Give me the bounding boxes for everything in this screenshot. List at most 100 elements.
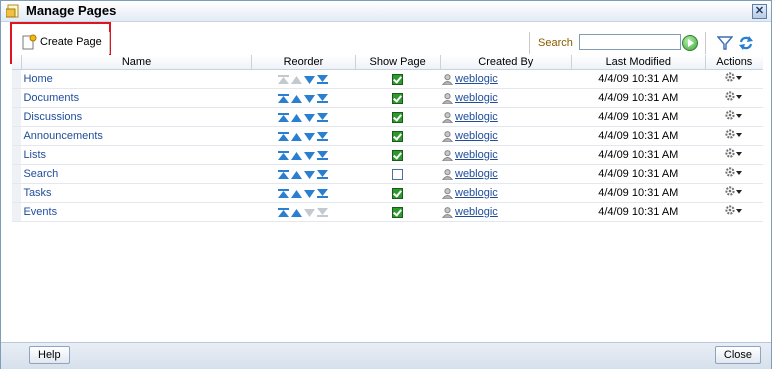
table-row[interactable]: Discussions weblogic 4/4/09 10:31 AM bbox=[12, 107, 763, 127]
created-by-link[interactable]: weblogic bbox=[455, 187, 498, 199]
last-modified-cell: 4/4/09 10:31 AM bbox=[571, 88, 706, 108]
move-down-icon[interactable] bbox=[304, 132, 316, 141]
move-down-icon[interactable] bbox=[304, 94, 316, 103]
created-by-link[interactable]: weblogic bbox=[455, 206, 498, 218]
move-up-icon[interactable] bbox=[291, 132, 303, 141]
move-up-icon[interactable] bbox=[291, 151, 303, 160]
filter-icon[interactable] bbox=[717, 35, 733, 51]
show-page-checkbox[interactable] bbox=[392, 92, 404, 104]
show-page-checkbox[interactable] bbox=[392, 187, 404, 199]
dialog-title: Manage Pages bbox=[26, 3, 117, 18]
refresh-icon[interactable] bbox=[737, 34, 755, 52]
toolbar-divider bbox=[109, 32, 110, 54]
move-bottom-icon[interactable] bbox=[317, 112, 329, 122]
move-up-icon[interactable] bbox=[291, 94, 303, 103]
table-row[interactable]: Documents weblogic 4/4/09 10:31 AM bbox=[12, 88, 763, 108]
user-icon bbox=[442, 111, 453, 123]
actions-menu[interactable] bbox=[725, 186, 743, 200]
page-name-link[interactable]: Discussions bbox=[23, 111, 82, 123]
created-by-link[interactable]: weblogic bbox=[455, 149, 498, 161]
move-up-icon[interactable] bbox=[291, 189, 303, 198]
move-bottom-icon[interactable] bbox=[317, 131, 329, 141]
actions-menu[interactable] bbox=[725, 91, 743, 105]
page-name-link[interactable]: Events bbox=[23, 206, 57, 218]
move-bottom-icon[interactable] bbox=[317, 74, 329, 84]
move-up-icon[interactable] bbox=[291, 113, 303, 122]
move-up-icon[interactable] bbox=[291, 170, 303, 179]
gear-icon bbox=[725, 110, 743, 120]
row-gutter bbox=[12, 88, 22, 108]
show-page-checkbox[interactable] bbox=[392, 149, 404, 161]
created-by-link[interactable]: weblogic bbox=[455, 73, 498, 85]
show-page-checkbox[interactable] bbox=[392, 73, 404, 85]
move-down-icon bbox=[304, 208, 316, 217]
show-page-checkbox[interactable] bbox=[392, 206, 404, 218]
page-name-link[interactable]: Documents bbox=[23, 92, 79, 104]
reorder-controls bbox=[251, 202, 356, 222]
close-button[interactable]: Close bbox=[714, 346, 761, 364]
gear-icon bbox=[725, 148, 743, 158]
created-by-link[interactable]: weblogic bbox=[455, 168, 498, 180]
table-row[interactable]: Lists weblogic 4/4/09 10:31 AM bbox=[12, 145, 763, 165]
table-row[interactable]: Tasks weblogic 4/4/09 10:31 AM bbox=[12, 183, 763, 203]
move-top-icon[interactable] bbox=[278, 150, 290, 160]
user-icon bbox=[442, 73, 453, 85]
table-row[interactable]: Events weblogic 4/4/09 10:31 AM bbox=[12, 202, 763, 222]
move-top-icon[interactable] bbox=[278, 169, 290, 179]
actions-menu[interactable] bbox=[725, 205, 743, 219]
column-header-created-by[interactable]: Created By bbox=[439, 55, 572, 70]
move-top-icon[interactable] bbox=[278, 131, 290, 141]
move-top-icon[interactable] bbox=[278, 112, 290, 122]
gear-icon bbox=[725, 205, 743, 215]
row-gutter bbox=[12, 164, 22, 184]
row-gutter bbox=[12, 183, 22, 203]
column-header-show-page[interactable]: Show Page bbox=[354, 55, 440, 70]
move-bottom-icon[interactable] bbox=[317, 150, 329, 160]
page-name-link[interactable]: Search bbox=[23, 168, 58, 180]
move-down-icon[interactable] bbox=[304, 189, 316, 198]
user-icon bbox=[442, 206, 453, 218]
actions-menu[interactable] bbox=[725, 129, 743, 143]
created-by-link[interactable]: weblogic bbox=[455, 111, 498, 123]
page-name-link[interactable]: Tasks bbox=[23, 187, 51, 199]
move-bottom-icon[interactable] bbox=[317, 188, 329, 198]
create-page-button[interactable]: Create Page bbox=[17, 33, 106, 51]
page-name-link[interactable]: Home bbox=[23, 73, 52, 85]
actions-menu[interactable] bbox=[725, 148, 743, 162]
table-row[interactable]: Home weblogic 4/4/09 10:31 AM bbox=[12, 69, 763, 89]
move-down-icon[interactable] bbox=[304, 151, 316, 160]
page-icon bbox=[6, 4, 19, 18]
table-row[interactable]: Search weblogic 4/4/09 10:31 AM bbox=[12, 164, 763, 184]
created-by-link[interactable]: weblogic bbox=[455, 130, 498, 142]
move-top-icon[interactable] bbox=[278, 93, 290, 103]
move-down-icon[interactable] bbox=[304, 75, 316, 84]
created-by-link[interactable]: weblogic bbox=[455, 92, 498, 104]
move-down-icon[interactable] bbox=[304, 170, 316, 179]
last-modified-cell: 4/4/09 10:31 AM bbox=[571, 69, 706, 89]
page-name-link[interactable]: Lists bbox=[23, 149, 46, 161]
table-row[interactable]: Announcements weblogic 4/4/09 10:31 AM bbox=[12, 126, 763, 146]
move-top-icon[interactable] bbox=[278, 188, 290, 198]
actions-menu[interactable] bbox=[725, 72, 743, 86]
show-page-checkbox[interactable] bbox=[392, 130, 404, 142]
reorder-controls bbox=[251, 145, 356, 165]
show-page-checkbox[interactable] bbox=[392, 168, 404, 180]
move-bottom-icon[interactable] bbox=[317, 169, 329, 179]
help-button[interactable]: Help bbox=[29, 346, 70, 364]
column-header-last-modified[interactable]: Last Modified bbox=[571, 55, 706, 70]
move-top-icon[interactable] bbox=[278, 207, 290, 217]
show-page-checkbox[interactable] bbox=[392, 111, 404, 123]
move-bottom-icon[interactable] bbox=[317, 93, 329, 103]
close-icon[interactable]: ✕ bbox=[752, 4, 767, 19]
create-page-label: Create Page bbox=[40, 36, 102, 48]
page-name-link[interactable]: Announcements bbox=[23, 130, 103, 142]
last-modified-cell: 4/4/09 10:31 AM bbox=[571, 202, 706, 222]
actions-menu[interactable] bbox=[725, 110, 743, 124]
move-down-icon[interactable] bbox=[304, 113, 316, 122]
move-up-icon[interactable] bbox=[291, 208, 303, 217]
search-input[interactable] bbox=[579, 34, 681, 50]
actions-menu[interactable] bbox=[725, 167, 743, 181]
go-icon[interactable] bbox=[682, 35, 698, 51]
column-header-name[interactable]: Name bbox=[20, 55, 252, 70]
search-label: Search bbox=[538, 37, 573, 49]
